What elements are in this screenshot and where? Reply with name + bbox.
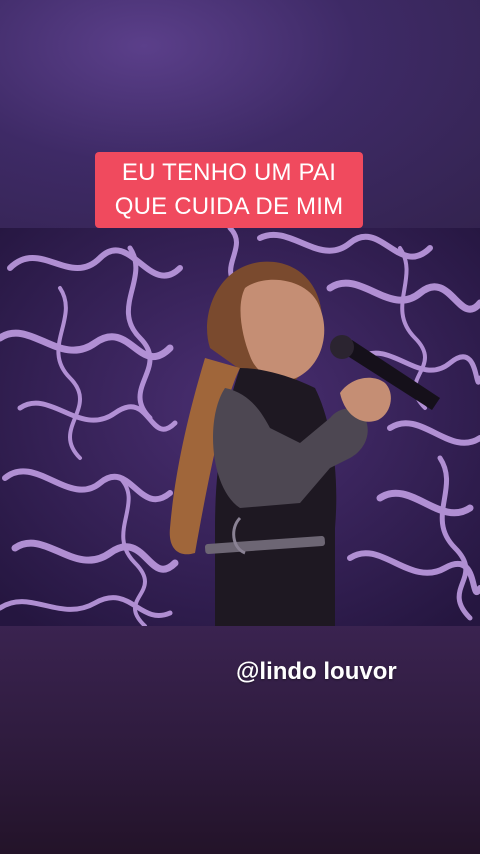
creator-handle: @lindo louvor xyxy=(236,658,397,685)
caption-line-2: QUE CUIDA DE MIM xyxy=(114,193,344,220)
video-content xyxy=(0,228,480,626)
video-frame[interactable] xyxy=(0,228,480,626)
caption-line-1: EU TENHO UM PAI xyxy=(121,159,337,186)
caption-banner: EU TENHO UM PAI QUE CUIDA DE MIM xyxy=(95,152,363,228)
